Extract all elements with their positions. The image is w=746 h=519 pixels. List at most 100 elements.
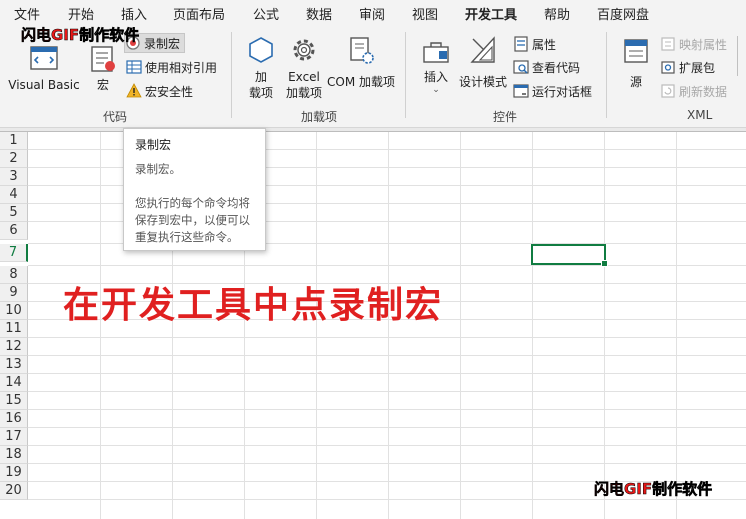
refresh-data-label: 刷新数据 <box>679 84 728 99</box>
row-header[interactable]: 12 <box>0 338 28 356</box>
row-gridline <box>28 337 746 338</box>
visual-basic-label: Visual Basic <box>8 78 80 92</box>
com-addins-label: COM 加载项 <box>327 75 395 89</box>
watermark-suffix: 制作软件 <box>652 480 713 499</box>
row-header[interactable]: 1 <box>0 132 28 150</box>
tab-review[interactable]: 审阅 <box>359 4 385 23</box>
record-macro-label: 录制宏 <box>144 36 181 51</box>
xml-source-icon <box>624 39 648 63</box>
watermark-suffix: 制作软件 <box>79 26 140 45</box>
row-gridline <box>28 409 746 410</box>
tab-data[interactable]: 数据 <box>306 4 332 23</box>
row-gridline <box>28 427 746 428</box>
warning-icon <box>126 83 142 98</box>
macros-button[interactable]: 宏 <box>86 42 120 93</box>
tab-file[interactable]: 文件 <box>14 4 40 23</box>
design-mode-button[interactable]: 设计模式 <box>457 34 509 90</box>
addins-button[interactable]: 加 载项 <box>244 34 278 101</box>
watermark-top: 闪电GIF制作软件 <box>21 24 140 45</box>
expansion-packs-button[interactable]: 扩展包 <box>660 57 715 77</box>
properties-button[interactable]: 属性 <box>513 34 556 54</box>
row-header[interactable]: 10 <box>0 302 28 320</box>
macro-security-label: 宏安全性 <box>145 84 194 99</box>
insert-control-button[interactable]: 插入 ⌄ <box>416 38 456 95</box>
toolbox-icon <box>423 42 449 63</box>
row-gridline <box>28 373 746 374</box>
row-gridline <box>28 265 746 266</box>
row-gridline <box>28 391 746 392</box>
map-properties-label: 映射属性 <box>679 37 728 52</box>
row-gridline <box>28 445 746 446</box>
tab-page-layout[interactable]: 页面布局 <box>173 4 225 23</box>
row-header[interactable]: 18 <box>0 446 28 464</box>
row-header[interactable]: 17 <box>0 428 28 446</box>
view-code-button[interactable]: 查看代码 <box>513 57 580 77</box>
tab-home[interactable]: 开始 <box>68 4 94 23</box>
group-divider <box>231 32 232 118</box>
row-header[interactable]: 15 <box>0 392 28 410</box>
watermark-brand: 闪电GIF <box>21 26 80 45</box>
column-gridline <box>676 132 677 519</box>
map-properties-button[interactable]: 映射属性 <box>660 34 727 54</box>
map-properties-icon <box>661 37 675 51</box>
relative-refs-icon <box>126 60 142 74</box>
view-code-label: 查看代码 <box>532 60 581 75</box>
run-dialog-icon <box>513 84 529 98</box>
record-macro-tooltip: 录制宏 录制宏。 您执行的每个命令均将 保存到宏中，以便可以 重复执行这些命令。 <box>123 128 266 251</box>
macro-security-button[interactable]: 宏安全性 <box>126 81 193 101</box>
tab-developer[interactable]: 开发工具 <box>465 4 518 28</box>
excel-addins-button[interactable]: Excel 加载项 <box>284 34 324 101</box>
tab-view[interactable]: 视图 <box>412 4 438 23</box>
row-header[interactable]: 11 <box>0 320 28 338</box>
run-dialog-label: 运行对话框 <box>532 84 593 99</box>
use-relative-refs-button[interactable]: 使用相对引用 <box>126 57 217 77</box>
view-code-icon <box>513 60 529 74</box>
design-mode-icon <box>470 36 495 63</box>
row-header[interactable]: 5 <box>0 204 28 222</box>
row-header[interactable]: 19 <box>0 464 28 482</box>
row-header[interactable]: 9 <box>0 284 28 302</box>
row-header[interactable]: 8 <box>0 266 28 284</box>
com-addins-button[interactable]: COM 加载项 <box>324 34 398 90</box>
overflow-icon[interactable] <box>737 36 746 76</box>
row-header-selected[interactable]: 7 <box>0 244 28 262</box>
refresh-data-button[interactable]: 刷新数据 <box>660 81 727 101</box>
properties-label: 属性 <box>532 37 557 52</box>
expansion-packs-icon <box>661 61 675 74</box>
row-gridline <box>28 499 746 500</box>
row-header[interactable]: 2 <box>0 150 28 168</box>
xml-source-button[interactable]: 源 <box>618 36 654 90</box>
visual-basic-button[interactable]: Visual Basic <box>8 42 80 93</box>
tooltip-summary: 录制宏。 <box>135 162 181 176</box>
row-header[interactable]: 3 <box>0 168 28 186</box>
macros-label: 宏 <box>96 78 109 92</box>
row-gridline <box>28 463 746 464</box>
tab-formulas[interactable]: 公式 <box>253 4 279 23</box>
addins-label-line1: 加 <box>254 70 267 84</box>
design-mode-label: 设计模式 <box>458 75 507 89</box>
row-header[interactable]: 4 <box>0 186 28 204</box>
tab-baidu-netdisk[interactable]: 百度网盘 <box>597 4 649 23</box>
hexagon-addin-icon <box>249 37 273 63</box>
code-group-label: 代码 <box>103 110 128 124</box>
group-divider <box>606 32 607 118</box>
tooltip-description-line: 保存到宏中，以便可以 <box>135 213 250 227</box>
tab-insert[interactable]: 插入 <box>121 4 147 23</box>
row-header[interactable]: 16 <box>0 410 28 428</box>
row-header[interactable]: 20 <box>0 482 28 500</box>
column-gridline <box>532 132 533 519</box>
column-header-strip <box>0 128 746 132</box>
xml-source-label: 源 <box>629 75 642 89</box>
row-header[interactable]: 6 <box>0 222 28 240</box>
expansion-packs-label: 扩展包 <box>679 60 716 75</box>
controls-group-label: 控件 <box>493 110 518 124</box>
chevron-down-icon: ⌄ <box>432 85 440 95</box>
selected-cell[interactable] <box>531 244 608 267</box>
tab-help[interactable]: 帮助 <box>544 4 570 23</box>
row-header[interactable]: 14 <box>0 374 28 392</box>
row-header[interactable]: 13 <box>0 356 28 374</box>
instruction-caption: 在开发工具中点录制宏 <box>63 285 444 326</box>
group-divider <box>405 32 406 118</box>
run-dialog-button[interactable]: 运行对话框 <box>513 81 592 101</box>
com-addins-icon <box>350 37 374 64</box>
